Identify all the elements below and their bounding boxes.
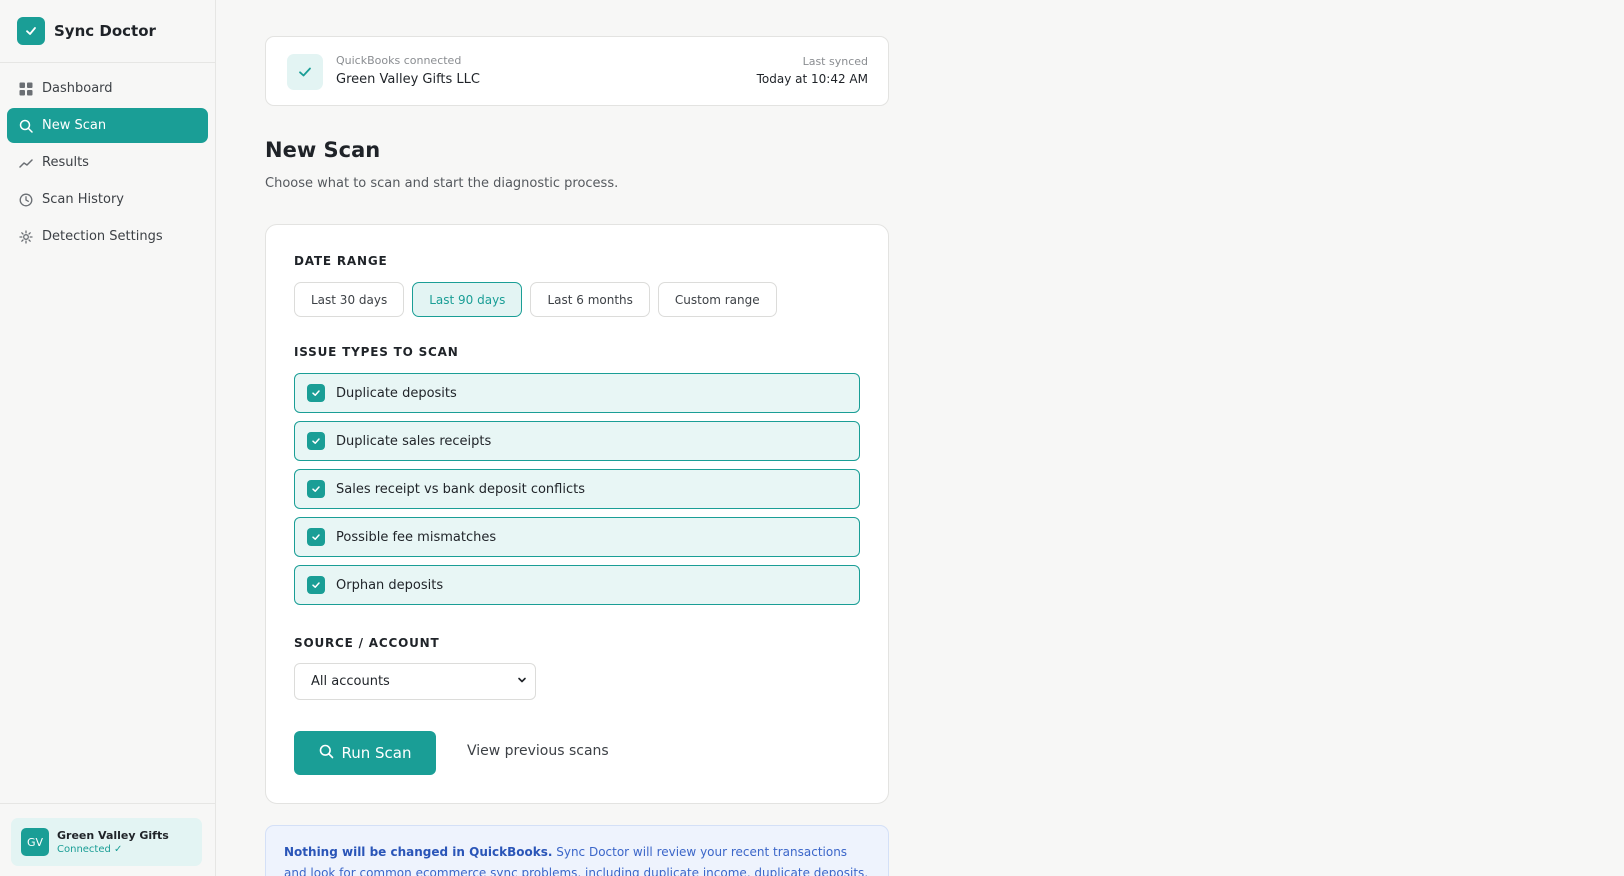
sidebar-item-label: New Scan [42,118,107,133]
last-synced-value: Today at 10:42 AM [756,72,868,86]
scan-form-card: DATE RANGE Last 30 days Last 90 days Las… [265,224,889,804]
sidebar-item-label: Detection Settings [42,229,163,244]
issue-duplicate-sales-receipts[interactable]: Duplicate sales receipts [294,421,860,461]
sidebar: Sync Doctor Dashboard New Scan Results S… [0,0,216,876]
trend-icon [18,155,33,170]
sidebar-item-label: Scan History [42,192,124,207]
checkbox-checked-icon[interactable] [307,528,325,546]
sidebar-divider [0,803,216,804]
issue-label: Duplicate deposits [336,385,457,401]
check-logo-icon [17,17,45,45]
checkbox-checked-icon[interactable] [307,576,325,594]
sidebar-item-results[interactable]: Results [7,145,208,180]
checkbox-checked-icon[interactable] [307,480,325,498]
range-last-90-days[interactable]: Last 90 days [412,282,523,317]
chevron-down-icon [516,674,528,690]
company-name: Green Valley Gifts LLC [336,72,480,87]
check-icon [287,54,323,90]
gear-icon [18,229,33,244]
source-account-label: SOURCE / ACCOUNT [294,636,440,650]
issue-label: Sales receipt vs bank deposit conflicts [336,481,585,497]
issue-types-label: ISSUE TYPES TO SCAN [294,345,459,359]
page-subtitle: Choose what to scan and start the diagno… [265,176,619,191]
account-card[interactable]: GV Green Valley Gifts Connected ✓ [11,818,202,866]
last-synced-label: Last synced [802,55,868,68]
checkbox-checked-icon[interactable] [307,432,325,450]
account-name: Green Valley Gifts [57,829,169,842]
run-scan-label: Run Scan [341,744,412,762]
search-icon [319,744,334,763]
issue-receipt-deposit-conflicts[interactable]: Sales receipt vs bank deposit conflicts [294,469,860,509]
brand: Sync Doctor [0,0,215,63]
issue-label: Duplicate sales receipts [336,433,492,449]
connection-card: QuickBooks connected Green Valley Gifts … [265,36,889,106]
issue-orphan-deposits[interactable]: Orphan deposits [294,565,860,605]
range-last-30-days[interactable]: Last 30 days [294,282,405,317]
grid-icon [18,81,33,96]
range-custom[interactable]: Custom range [657,282,777,317]
date-range-options: Last 30 days Last 90 days Last 6 months … [294,282,777,317]
clock-icon [18,192,33,207]
info-notice-bold: Nothing will be changed in QuickBooks. [284,845,553,859]
issue-fee-mismatches[interactable]: Possible fee mismatches [294,517,860,557]
run-scan-button[interactable]: Run Scan [294,731,436,775]
app-name: Sync Doctor [54,22,156,40]
sidebar-item-scan-history[interactable]: Scan History [7,182,208,217]
account-select-value: All accounts [311,674,390,689]
sidebar-item-detection-settings[interactable]: Detection Settings [7,219,208,254]
page-title: New Scan [265,138,381,162]
issue-label: Orphan deposits [336,577,444,593]
range-last-6-months[interactable]: Last 6 months [530,282,650,317]
account-select[interactable]: All accounts [294,663,536,700]
view-previous-scans-link[interactable]: View previous scans [467,743,609,759]
search-icon [18,118,33,133]
sidebar-item-label: Results [42,155,89,170]
account-status: Connected ✓ [57,844,123,855]
sidebar-item-dashboard[interactable]: Dashboard [7,71,208,106]
issue-label: Possible fee mismatches [336,529,497,545]
sidebar-nav: Dashboard New Scan Results Scan History … [0,63,215,264]
sidebar-item-label: Dashboard [42,81,113,96]
issue-duplicate-deposits[interactable]: Duplicate deposits [294,373,860,413]
checkbox-checked-icon[interactable] [307,384,325,402]
issue-type-list: Duplicate deposits Duplicate sales recei… [294,373,860,613]
connection-label: QuickBooks connected [336,54,462,67]
avatar: GV [21,828,49,856]
date-range-label: DATE RANGE [294,254,388,268]
info-notice: Nothing will be changed in QuickBooks. S… [265,825,889,876]
sidebar-item-new-scan[interactable]: New Scan [7,108,208,143]
